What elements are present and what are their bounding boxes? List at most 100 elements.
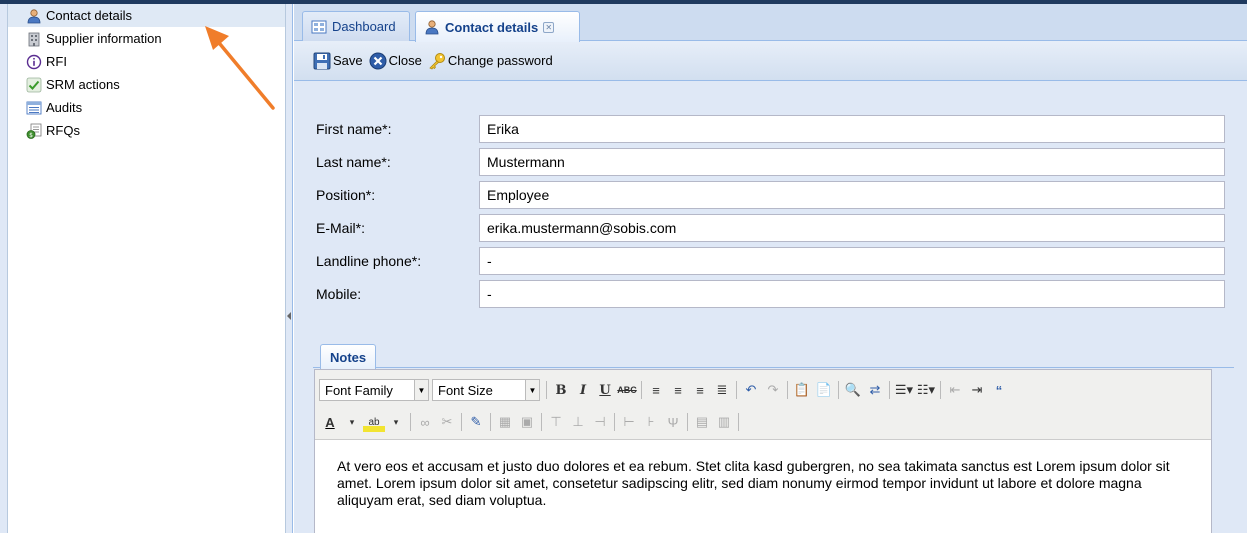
close-label: Close: [388, 53, 422, 68]
separator: [736, 381, 737, 399]
redo-icon[interactable]: ↷: [762, 380, 784, 400]
blockquote-icon[interactable]: “: [988, 380, 1010, 400]
table-properties-icon[interactable]: ▣: [516, 412, 538, 432]
change-password-button[interactable]: Change password: [428, 52, 553, 70]
merge-cells-icon[interactable]: ▤: [691, 412, 713, 432]
tab-label: Contact details: [445, 19, 539, 35]
sidebar-item-contact-details[interactable]: Contact details: [8, 4, 285, 27]
position-field[interactable]: Employee: [479, 181, 1225, 209]
close-button[interactable]: Close: [369, 52, 422, 70]
last-name-row: Last name*: Mustermann: [316, 147, 1225, 177]
align-justify-icon[interactable]: ≣: [711, 380, 733, 400]
panel-splitter[interactable]: [286, 4, 293, 533]
italic-icon[interactable]: I: [572, 380, 594, 400]
separator: [614, 413, 615, 431]
chevron-down-icon[interactable]: ▾: [385, 412, 407, 432]
main-panel: Dashboard Contact details ✕ Save Close C…: [294, 4, 1247, 533]
separator: [738, 413, 739, 431]
separator: [461, 413, 462, 431]
list-icon: [26, 100, 42, 116]
split-cells-icon[interactable]: ▥: [713, 412, 735, 432]
indent-icon[interactable]: ⇥: [966, 380, 988, 400]
first-name-field[interactable]: Erika: [479, 115, 1225, 143]
find-icon[interactable]: 🔍: [842, 380, 864, 400]
font-family-select[interactable]: Font Family ▼: [319, 379, 429, 401]
notes-content[interactable]: At vero eos et accusam et justo duo dolo…: [315, 440, 1211, 527]
sidebar-item-label: Supplier information: [46, 31, 162, 46]
insert-row-after-icon[interactable]: ⊥: [567, 412, 589, 432]
user-icon: [26, 8, 42, 24]
delete-col-icon[interactable]: Ψ: [662, 412, 684, 432]
outdent-icon[interactable]: ⇤: [944, 380, 966, 400]
info-icon: [26, 54, 42, 70]
insert-col-before-icon[interactable]: ⊢: [618, 412, 640, 432]
insert-col-after-icon[interactable]: ⊦: [640, 412, 662, 432]
underline-icon[interactable]: U: [594, 380, 616, 400]
font-family-value: Font Family: [325, 382, 393, 398]
email-field[interactable]: erika.mustermann@sobis.com: [479, 214, 1225, 242]
link-icon[interactable]: ∞: [414, 412, 436, 432]
font-size-value: Font Size: [438, 382, 493, 398]
unlink-icon[interactable]: ✂: [436, 412, 458, 432]
building-icon: [26, 31, 42, 47]
mobile-label: Mobile:: [316, 286, 362, 302]
user-icon: [424, 19, 440, 35]
sidebar-item-label: SRM actions: [46, 77, 120, 92]
sidebar-item-audits[interactable]: Audits: [8, 96, 285, 119]
mobile-row: Mobile: -: [316, 279, 1225, 309]
tab-dashboard[interactable]: Dashboard: [302, 11, 410, 41]
separator: [940, 381, 941, 399]
align-left-icon[interactable]: ≡: [645, 380, 667, 400]
tab-bar: Dashboard Contact details ✕: [294, 4, 1247, 42]
align-center-icon[interactable]: ≡: [667, 380, 689, 400]
bold-icon[interactable]: B: [550, 380, 572, 400]
chevron-down-icon: ▼: [414, 380, 428, 400]
first-name-row: First name*: Erika: [316, 114, 1225, 144]
delete-row-icon[interactable]: ⊣: [589, 412, 611, 432]
landline-phone-row: Landline phone*: -: [316, 246, 1225, 276]
landline-phone-field[interactable]: -: [479, 247, 1225, 275]
svg-text:$: $: [29, 132, 33, 139]
tab-notes[interactable]: Notes: [320, 344, 377, 369]
email-row: E-Mail*: erika.mustermann@sobis.com: [316, 213, 1225, 243]
last-name-label: Last name*:: [316, 154, 391, 170]
document-money-icon: $: [26, 123, 42, 139]
strikethrough-icon[interactable]: ABC: [616, 380, 638, 400]
sidebar-item-supplier-information[interactable]: Supplier information: [8, 27, 285, 50]
highlight-color-icon[interactable]: ab: [363, 412, 385, 432]
separator: [787, 381, 788, 399]
sidebar-item-rfqs[interactable]: $ RFQs: [8, 119, 285, 142]
dashboard-icon: [311, 19, 327, 35]
mobile-field[interactable]: -: [479, 280, 1225, 308]
numbered-list-icon[interactable]: ☷▾: [915, 380, 937, 400]
align-right-icon[interactable]: ≡: [689, 380, 711, 400]
undo-icon[interactable]: ↶: [740, 380, 762, 400]
email-label: E-Mail*:: [316, 220, 366, 236]
save-button[interactable]: Save: [313, 52, 363, 70]
action-toolbar: Save Close Change password: [294, 41, 1247, 81]
chevron-down-icon: ▼: [525, 380, 539, 400]
sidebar: Contact details Supplier information RFI…: [8, 4, 286, 533]
last-name-field[interactable]: Mustermann: [479, 148, 1225, 176]
separator: [541, 413, 542, 431]
font-size-select[interactable]: Font Size ▼: [432, 379, 540, 401]
notes-tab-bar: Notes: [313, 338, 1234, 369]
table-icon[interactable]: ▦: [494, 412, 516, 432]
paste-text-icon[interactable]: 📋: [791, 380, 813, 400]
floppy-disk-icon: [313, 52, 331, 70]
sidebar-item-rfi[interactable]: RFI: [8, 50, 285, 73]
change-password-label: Change password: [447, 53, 553, 68]
key-icon: [428, 52, 446, 70]
edit-html-icon[interactable]: ✎: [465, 412, 487, 432]
checkmark-icon: [26, 77, 42, 93]
bullet-list-icon[interactable]: ☰▾: [893, 380, 915, 400]
replace-icon[interactable]: ⇄: [864, 380, 886, 400]
collapse-arrow-icon[interactable]: [287, 312, 291, 320]
insert-row-before-icon[interactable]: ⊤: [545, 412, 567, 432]
text-color-icon[interactable]: A: [319, 412, 341, 432]
paste-word-icon[interactable]: 📄: [813, 380, 835, 400]
sidebar-item-srm-actions[interactable]: SRM actions: [8, 73, 285, 96]
close-tab-icon[interactable]: ✕: [543, 21, 555, 33]
tab-contact-details[interactable]: Contact details ✕: [415, 11, 580, 42]
chevron-down-icon[interactable]: ▾: [341, 412, 363, 432]
